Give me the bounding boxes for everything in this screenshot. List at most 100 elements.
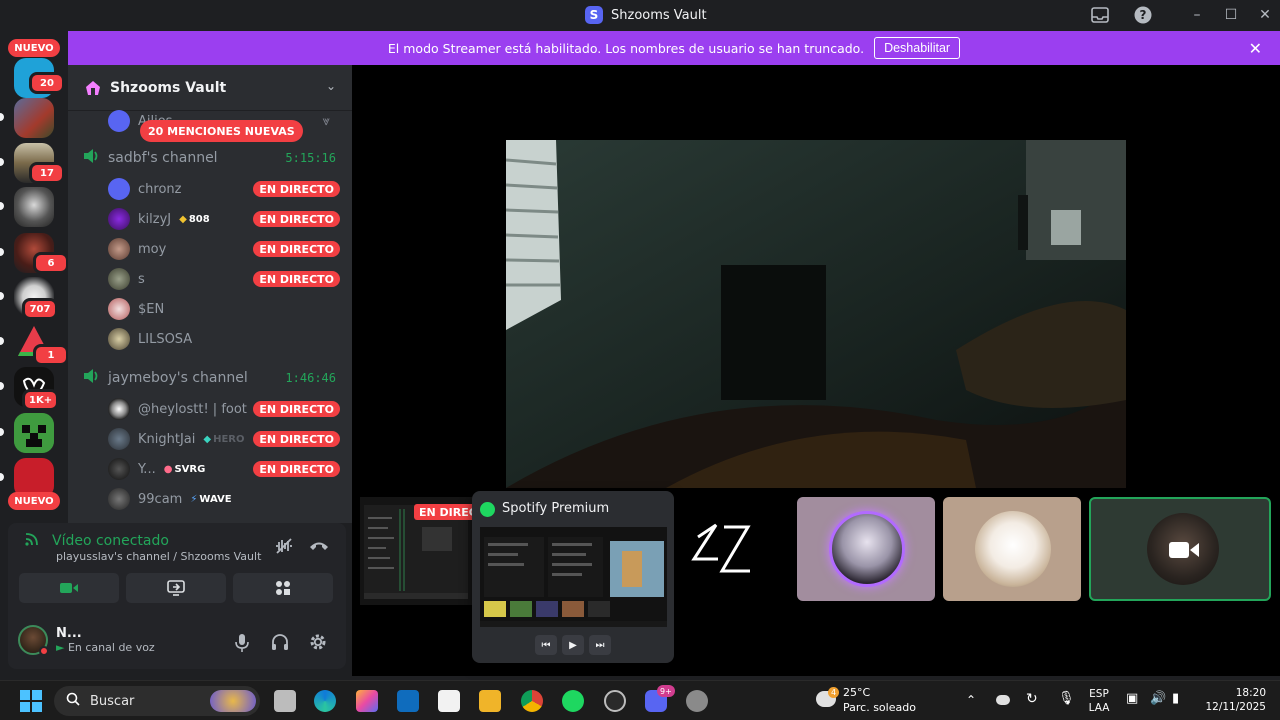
svg-text:?: ? xyxy=(1140,8,1147,22)
voice-channel[interactable]: sadbf's channel 5:15:16 xyxy=(82,147,342,169)
voice-user-row[interactable]: chronz EN DIRECTO xyxy=(108,176,340,202)
voice-user-row[interactable]: $EN xyxy=(108,296,340,322)
network-icon[interactable]: ▣ xyxy=(1126,692,1138,706)
profile-status: ► En canal de voz xyxy=(56,641,155,654)
server-badge: 1K+ xyxy=(22,389,60,411)
live-badge: EN DIRECTO xyxy=(253,461,340,477)
tray-chevron-icon[interactable]: ⌃ xyxy=(966,693,976,707)
voice-user-row[interactable]: s EN DIRECTO xyxy=(108,266,340,292)
windows-start-icon[interactable] xyxy=(20,690,42,712)
chevron-down-icon[interactable]: ⌄ xyxy=(326,79,336,93)
settings-icon[interactable] xyxy=(686,690,708,712)
task-view-icon[interactable] xyxy=(274,690,296,712)
voice-status[interactable]: Vídeo conectado xyxy=(24,531,169,551)
edge-browser-icon[interactable] xyxy=(314,690,336,712)
search-highlight-image xyxy=(210,690,256,712)
new-pill[interactable]: NUEVO xyxy=(8,39,60,57)
copilot-icon[interactable] xyxy=(356,690,378,712)
previous-track-button[interactable]: ⏮ xyxy=(535,635,557,655)
server-badge: 17 xyxy=(29,162,65,184)
inbox-icon[interactable] xyxy=(1091,6,1109,24)
voice-user-row[interactable]: LILSOSA xyxy=(108,326,340,352)
new-mentions-pill[interactable]: 20 MENCIONES NUEVAS xyxy=(140,120,303,142)
spotify-icon xyxy=(480,502,495,517)
server-badge: 6 xyxy=(33,252,68,274)
voice-user-row[interactable]: kilzyJ ◆ 808 EN DIRECTO xyxy=(108,206,340,232)
volume-icon[interactable]: 🔊 xyxy=(1150,692,1166,706)
server-header[interactable]: Shzooms Vault ⌄ xyxy=(68,65,352,111)
dnd-status-icon xyxy=(39,646,49,656)
close-window-button[interactable]: ✕ xyxy=(1254,4,1276,26)
outlook-icon[interactable] xyxy=(397,690,419,712)
voice-user-row[interactable]: 99cam ⚡ WAVE xyxy=(108,486,340,512)
participant-tile-speaking[interactable] xyxy=(1089,497,1271,601)
sync-icon[interactable]: ↻ xyxy=(1026,692,1038,706)
activities-button[interactable] xyxy=(233,573,333,603)
spotify-taskbar-icon[interactable] xyxy=(562,690,584,712)
voice-user-row[interactable]: @heylostt! | foot ba... EN DIRECTO xyxy=(108,396,340,422)
taskbar-search[interactable]: Buscar xyxy=(54,686,260,716)
voice-user-row[interactable]: Y... ● SVRG EN DIRECTO xyxy=(108,456,340,482)
avatar xyxy=(108,238,130,260)
weather-temp[interactable]: 25°C xyxy=(843,686,870,700)
screen-share-button[interactable] xyxy=(126,573,226,603)
clock[interactable]: 18:20 12/11/2025 xyxy=(1202,686,1266,714)
server-icon[interactable] xyxy=(14,187,54,227)
close-banner-icon[interactable]: ✕ xyxy=(1249,39,1262,58)
avatar xyxy=(108,298,130,320)
file-explorer-icon[interactable] xyxy=(479,690,501,712)
search-icon xyxy=(66,692,80,710)
signature-logo xyxy=(691,523,751,573)
live-badge: EN DIRECTO xyxy=(253,241,340,257)
settings-gear-icon[interactable] xyxy=(309,633,327,656)
live-badge: EN DIRECTO xyxy=(253,211,340,227)
profile-status-text: En canal de voz xyxy=(67,641,155,654)
noise-suppression-icon[interactable] xyxy=(274,537,294,559)
help-icon[interactable]: ? xyxy=(1134,6,1152,24)
camera-button[interactable] xyxy=(19,573,119,603)
avatar xyxy=(108,458,130,480)
main-video-stream[interactable] xyxy=(506,140,1126,488)
user-profile[interactable]: N... ► En canal de voz xyxy=(18,625,155,656)
maximize-button[interactable]: ☐ xyxy=(1220,4,1242,26)
screen: S Shzooms Vault ? – ☐ ✕ El modo Streamer… xyxy=(0,0,1280,720)
server-icon[interactable] xyxy=(14,413,54,453)
voice-user-name: 99cam xyxy=(138,491,183,507)
disable-streamer-button[interactable]: Deshabilitar xyxy=(874,37,961,59)
avatar xyxy=(108,488,130,510)
voice-user-name: KnightJai xyxy=(138,431,196,447)
lang-variant: LAA xyxy=(1088,702,1110,714)
server-icon[interactable] xyxy=(14,98,54,138)
participant-tile[interactable] xyxy=(943,497,1081,601)
headphones-icon[interactable] xyxy=(271,633,289,656)
participant-tile[interactable] xyxy=(797,497,935,601)
voice-channel[interactable]: jaymeboy's channel 1:46:46 xyxy=(82,367,342,389)
weather-desc[interactable]: Parc. soleado xyxy=(843,701,916,715)
clan-tag: ◆ HERO xyxy=(203,434,244,445)
discord-avatar-icon xyxy=(108,178,130,200)
streamer-mode-text: El modo Streamer está habilitado. Los no… xyxy=(387,40,865,56)
obs-icon[interactable] xyxy=(604,690,626,712)
spotify-preview[interactable]: Spotify Premium ⏮ ▶ ⏭ xyxy=(472,491,674,663)
disconnect-icon[interactable] xyxy=(309,537,329,556)
microphone-icon[interactable] xyxy=(234,633,250,658)
chrome-icon[interactable] xyxy=(521,690,543,712)
voice-status-text: Vídeo conectado xyxy=(52,533,169,549)
language-indicator[interactable]: ESP LAA xyxy=(1088,687,1110,715)
voice-user-row[interactable]: KnightJai ◆ HERO EN DIRECTO xyxy=(108,426,340,452)
play-button[interactable]: ▶ xyxy=(562,635,584,655)
spotify-thumbnail xyxy=(480,527,667,627)
voice-user-name: kilzyJ xyxy=(138,211,172,227)
unread-dot xyxy=(0,473,4,481)
next-track-button[interactable]: ⏭ xyxy=(589,635,611,655)
onedrive-icon[interactable] xyxy=(996,695,1010,705)
voice-user-row[interactable]: moy EN DIRECTO xyxy=(108,236,340,262)
microsoft-store-icon[interactable] xyxy=(438,690,460,712)
minimize-button[interactable]: – xyxy=(1186,4,1208,26)
battery-icon[interactable]: ▮ xyxy=(1172,692,1179,706)
new-pill[interactable]: NUEVO xyxy=(8,492,60,510)
search-placeholder: Buscar xyxy=(90,693,135,709)
mic-tray-icon[interactable]: 🎙 xyxy=(1058,692,1075,706)
participant-tile[interactable] xyxy=(678,497,788,601)
voice-connected-panel: Vídeo conectado playusslav's channel / S… xyxy=(8,523,346,669)
